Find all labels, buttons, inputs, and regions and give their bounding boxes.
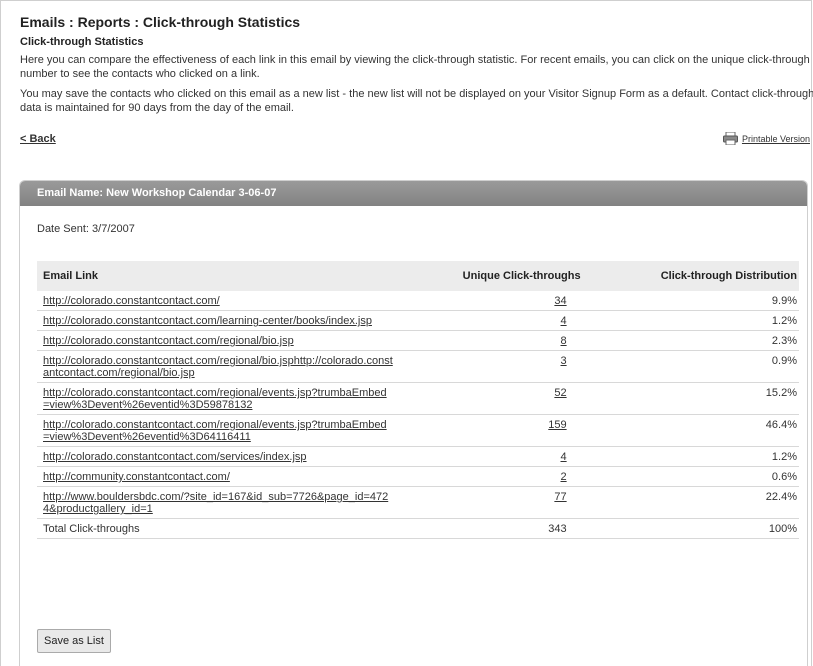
table-header-row: Email Link Unique Click-throughs Click-t…: [37, 261, 799, 291]
distribution-cell: 1.2%: [580, 310, 799, 331]
distribution-cell: 9.9%: [580, 291, 799, 311]
distribution-cell: 0.9%: [580, 350, 799, 383]
unique-clicks-cell: 2: [393, 466, 581, 487]
table-row: http://community.constantcontact.com/2 0.…: [37, 466, 799, 487]
unique-clicks-cell: 52: [393, 382, 581, 415]
unique-clicks-cell: 4: [393, 446, 581, 467]
email-link[interactable]: http://www.bouldersbdc.com/?site_id=167&…: [43, 491, 388, 515]
save-list-paragraph: You may save the contacts who clicked on…: [20, 88, 813, 114]
nav-row: < Back Printable Version: [20, 130, 810, 150]
total-label: Total Click-throughs: [37, 518, 393, 539]
email-link-cell: http://colorado.constantcontact.com/regi…: [37, 414, 393, 447]
printable-version-label: Printable Version: [741, 133, 810, 144]
unique-clicks-cell: 4: [393, 310, 581, 331]
email-link-cell: http://colorado.constantcontact.com/regi…: [37, 382, 393, 415]
distribution-cell: 0.6%: [580, 466, 799, 487]
email-link[interactable]: http://colorado.constantcontact.com/regi…: [43, 335, 294, 347]
email-link-cell: http://colorado.constantcontact.com/lear…: [37, 310, 393, 331]
distribution-cell: 46.4%: [580, 414, 799, 447]
distribution-cell: 22.4%: [580, 486, 799, 519]
table-row: http://colorado.constantcontact.com/regi…: [37, 382, 799, 415]
column-header-distribution: Click-through Distribution: [580, 261, 799, 291]
intro-paragraph: Here you can compare the effectiveness o…: [20, 54, 810, 80]
unique-clicks-link[interactable]: 52: [554, 387, 566, 399]
page-title: Emails : Reports : Click-through Statist…: [20, 14, 301, 30]
email-link-cell: http://www.bouldersbdc.com/?site_id=167&…: [37, 486, 393, 519]
unique-clicks-link[interactable]: 77: [554, 491, 566, 503]
save-as-list-button[interactable]: Save as List: [37, 629, 111, 653]
email-link-cell: http://community.constantcontact.com/: [37, 466, 393, 487]
unique-clicks-link[interactable]: 3: [561, 355, 567, 367]
unique-clicks-cell: 77: [393, 486, 581, 519]
total-row: Total Click-throughs 343 100%: [37, 518, 799, 539]
unique-clicks-cell: 8: [393, 330, 581, 351]
email-link[interactable]: http://colorado.constantcontact.com/serv…: [43, 451, 307, 463]
printable-version-link[interactable]: Printable Version: [722, 131, 810, 146]
distribution-cell: 2.3%: [580, 330, 799, 351]
click-through-table: Email Link Unique Click-throughs Click-t…: [37, 261, 799, 539]
email-panel: Email Name: New Workshop Calendar 3-06-0…: [19, 180, 808, 666]
table-row: http://colorado.constantcontact.com/regi…: [37, 330, 799, 351]
email-link[interactable]: http://colorado.constantcontact.com/regi…: [43, 419, 387, 443]
unique-clicks-link[interactable]: 4: [561, 315, 567, 327]
unique-clicks-link[interactable]: 159: [548, 419, 566, 431]
table-row: http://colorado.constantcontact.com/regi…: [37, 414, 799, 447]
table-row: http://colorado.constantcontact.com/34 9.…: [37, 291, 799, 311]
total-distribution: 100%: [580, 518, 799, 539]
email-link[interactable]: http://colorado.constantcontact.com/regi…: [43, 387, 387, 411]
unique-clicks-link[interactable]: 34: [554, 295, 566, 307]
email-link-cell: http://colorado.constantcontact.com/regi…: [37, 330, 393, 351]
total-clicks: 343: [393, 518, 581, 539]
email-link-cell: http://colorado.constantcontact.com/regi…: [37, 350, 393, 383]
unique-clicks-link[interactable]: 4: [561, 451, 567, 463]
distribution-cell: 1.2%: [580, 446, 799, 467]
printer-icon: [722, 131, 738, 146]
table-row: http://colorado.constantcontact.com/lear…: [37, 310, 799, 331]
unique-clicks-cell: 159: [393, 414, 581, 447]
email-link[interactable]: http://community.constantcontact.com/: [43, 471, 230, 483]
email-link-cell: http://colorado.constantcontact.com/serv…: [37, 446, 393, 467]
unique-clicks-link[interactable]: 2: [561, 471, 567, 483]
column-header-email-link: Email Link: [37, 261, 393, 291]
email-link[interactable]: http://colorado.constantcontact.com/: [43, 295, 220, 307]
unique-clicks-cell: 34: [393, 291, 581, 311]
unique-clicks-link[interactable]: 8: [561, 335, 567, 347]
unique-clicks-cell: 3: [393, 350, 581, 383]
section-subtitle: Click-through Statistics: [20, 36, 144, 48]
column-header-unique-clicks: Unique Click-throughs: [393, 261, 581, 291]
email-name-header: Email Name: New Workshop Calendar 3-06-0…: [20, 181, 807, 206]
table-row: http://colorado.constantcontact.com/serv…: [37, 446, 799, 467]
back-link[interactable]: < Back: [20, 133, 56, 145]
table-row: http://colorado.constantcontact.com/regi…: [37, 350, 799, 383]
distribution-cell: 15.2%: [580, 382, 799, 415]
date-sent: Date Sent: 3/7/2007: [37, 223, 135, 235]
email-link[interactable]: http://colorado.constantcontact.com/regi…: [43, 355, 393, 379]
email-link-cell: http://colorado.constantcontact.com/: [37, 291, 393, 311]
email-link[interactable]: http://colorado.constantcontact.com/lear…: [43, 315, 372, 327]
table-row: http://www.bouldersbdc.com/?site_id=167&…: [37, 486, 799, 519]
